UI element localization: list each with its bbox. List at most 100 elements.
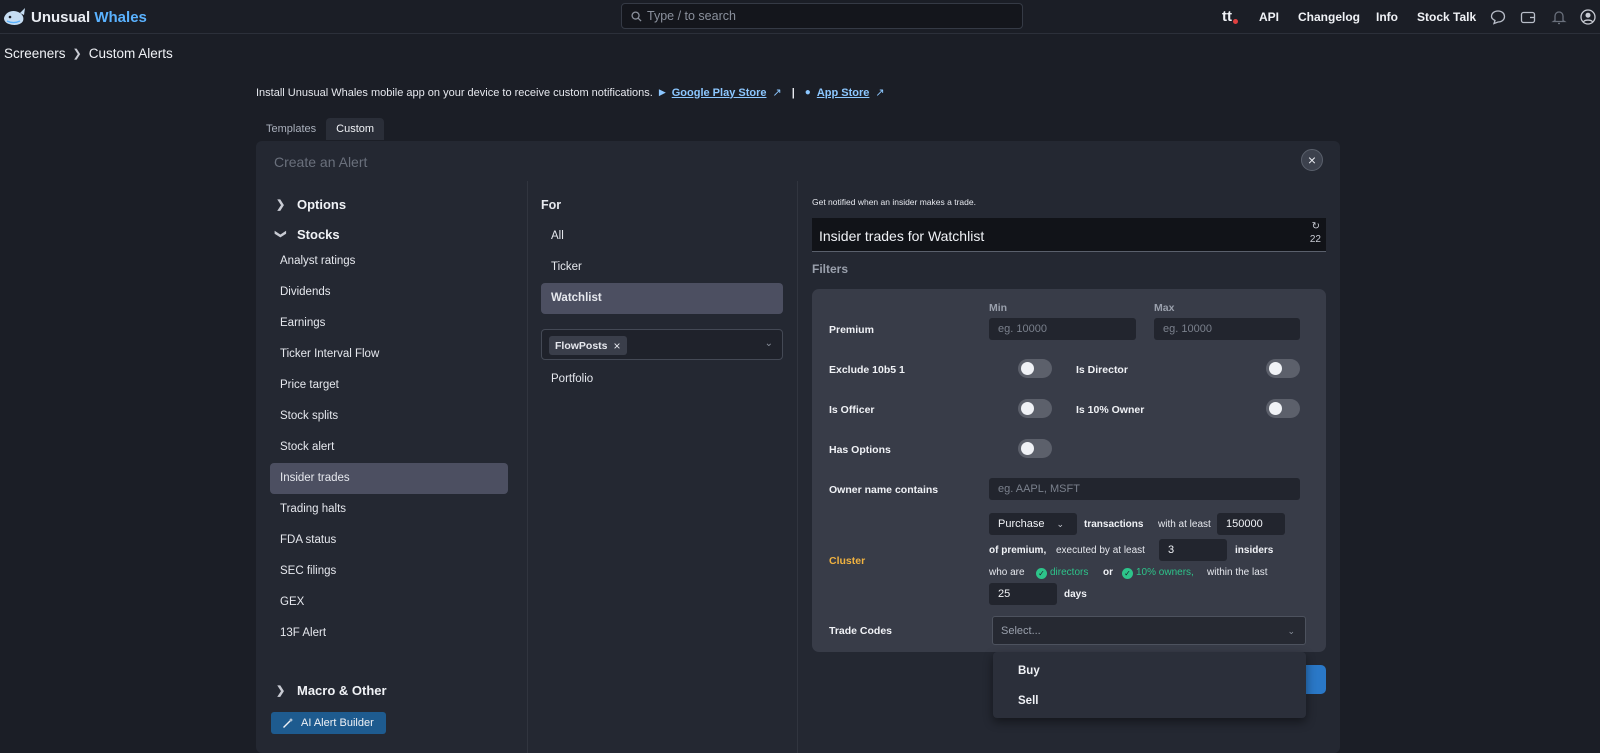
logo-text-unusual: Unusual [31, 8, 91, 26]
for-option-ticker[interactable]: Ticker [541, 252, 783, 283]
category-options[interactable]: ❯ Options [276, 197, 346, 212]
sidebar-item-13f-alert[interactable]: 13F Alert [270, 618, 508, 649]
sidebar-item-stock-alert[interactable]: Stock alert [270, 432, 508, 463]
watchlist-select[interactable]: FlowPosts × ⌄ [541, 329, 783, 360]
chat-icon[interactable] [1489, 8, 1507, 26]
sidebar-item-price-target[interactable]: Price target [270, 370, 508, 401]
alert-tabs: Templates Custom [256, 118, 385, 140]
play-store-icon: ▶ [658, 87, 666, 97]
trade-codes-placeholder: Select... [1001, 625, 1041, 637]
breadcrumb: Screeners ❯ Custom Alerts [4, 46, 173, 61]
sidebar-item-gex[interactable]: GEX [270, 587, 508, 618]
nav-stock-talk[interactable]: Stock Talk [1417, 10, 1476, 24]
for-option-watchlist[interactable]: Watchlist [541, 283, 783, 314]
premium-min-input[interactable]: eg. 10000 [989, 318, 1136, 340]
sidebar-item-earnings[interactable]: Earnings [270, 308, 508, 339]
is-officer-toggle[interactable] [1018, 399, 1052, 418]
cluster-directors-toggle[interactable]: ✓ directors [1036, 567, 1088, 579]
chevron-right-icon: ❯ [276, 685, 286, 697]
filters-box: Min Max Premium eg. 10000 eg. 10000 Excl… [812, 289, 1326, 652]
apple-icon: ● [804, 87, 811, 98]
for-option-all[interactable]: All [541, 221, 783, 252]
user-avatar-icon[interactable] [1579, 8, 1597, 26]
premium-max-input[interactable]: eg. 10000 [1154, 318, 1300, 340]
panel-title: Create an Alert [274, 154, 368, 170]
sidebar-item-ticker-interval-flow[interactable]: Ticker Interval Flow [270, 339, 508, 370]
sidebar-item-sec-filings[interactable]: SEC filings [270, 556, 508, 587]
create-alert-panel: Create an Alert × ❯ Options ❯ Stocks Ana… [256, 141, 1340, 753]
chevron-down-icon: ⌄ [1056, 518, 1065, 529]
min-header: Min [989, 302, 1008, 314]
mobile-app-notice: Install Unusual Whales mobile app on you… [256, 86, 885, 100]
sidebar-item-fda-status[interactable]: FDA status [270, 525, 508, 556]
breadcrumb-custom-alerts: Custom Alerts [88, 46, 173, 61]
google-play-link[interactable]: Google Play Store [672, 87, 767, 99]
category-stocks-label: Stocks [297, 227, 340, 242]
notice-text: Install Unusual Whales mobile app on you… [256, 86, 653, 99]
category-macro-other[interactable]: ❯ Macro & Other [276, 683, 387, 698]
search-icon [631, 10, 642, 22]
reset-icon[interactable]: ↻ [1312, 221, 1320, 232]
has-options-label: Has Options [829, 444, 891, 456]
alert-description: Get notified when an insider makes a tra… [812, 197, 976, 207]
alert-name-value: Insider trades for Watchlist [819, 228, 985, 244]
sidebar-item-trading-halts[interactable]: Trading halts [270, 494, 508, 525]
is-10pct-owner-toggle[interactable] [1266, 399, 1300, 418]
cluster-directors-label: directors [1050, 567, 1089, 578]
alert-name-input[interactable]: Insider trades for Watchlist ↻ 22 [812, 218, 1326, 252]
max-header: Max [1154, 302, 1175, 314]
search-input[interactable]: Type / to search [621, 3, 1023, 29]
watchlist-chip: FlowPosts × [549, 336, 627, 355]
sidebar-item-dividends[interactable]: Dividends [270, 277, 508, 308]
nav-changelog[interactable]: Changelog [1298, 10, 1360, 24]
chevron-right-icon: ❯ [72, 48, 82, 60]
has-options-toggle[interactable] [1018, 439, 1052, 458]
cluster-label: Cluster [829, 555, 866, 567]
search-placeholder: Type / to search [647, 9, 736, 23]
is-10pct-owner-label: Is 10% Owner [1076, 404, 1145, 416]
sidebar-item-analyst-ratings[interactable]: Analyst ratings [270, 246, 508, 277]
owner-name-label: Owner name contains [829, 484, 939, 496]
logo[interactable]: Unusual Whales [2, 6, 147, 28]
close-button[interactable]: × [1301, 149, 1323, 171]
nav-api[interactable]: API [1259, 10, 1279, 24]
ai-alert-builder-button[interactable]: AI Alert Builder [271, 712, 386, 734]
trade-codes-select[interactable]: Select... ⌄ [992, 616, 1306, 645]
cluster-days-text: days [1064, 589, 1087, 600]
cluster-insiders-input[interactable]: 3 [1159, 539, 1227, 561]
owner-name-input[interactable]: eg. AAPL, MSFT [989, 478, 1300, 500]
trade-code-option-buy[interactable]: Buy [1018, 665, 1040, 677]
tab-templates[interactable]: Templates [256, 118, 326, 140]
sidebar-item-stock-splits[interactable]: Stock splits [270, 401, 508, 432]
category-stocks[interactable]: ❯ Stocks [274, 227, 340, 242]
tt-red-dot [1233, 19, 1238, 24]
cluster-who-are-text: who are [989, 567, 1025, 578]
is-director-toggle[interactable] [1266, 359, 1300, 378]
check-circle-icon: ✓ [1036, 568, 1047, 579]
trade-codes-dropdown: Buy Sell [993, 652, 1306, 718]
bell-icon[interactable] [1550, 8, 1568, 26]
for-option-portfolio[interactable]: Portfolio [541, 364, 783, 395]
tab-custom[interactable]: Custom [326, 118, 385, 140]
cluster-owners-toggle[interactable]: ✓ 10% owners, [1122, 567, 1194, 579]
app-store-link[interactable]: App Store [817, 87, 870, 99]
nav-info[interactable]: Info [1376, 10, 1398, 24]
tt-brand-icon[interactable]: tt [1222, 8, 1238, 25]
chevron-down-icon: ⌄ [764, 338, 773, 349]
check-circle-icon: ✓ [1122, 568, 1133, 579]
breadcrumb-screeners[interactable]: Screeners [4, 46, 66, 61]
sidebar-item-insider-trades[interactable]: Insider trades [270, 463, 508, 494]
trade-code-option-sell[interactable]: Sell [1018, 695, 1038, 707]
cluster-owners-label: 10% owners, [1136, 567, 1194, 578]
for-label: For [541, 198, 562, 212]
chip-remove-icon[interactable]: × [614, 339, 621, 353]
close-icon: × [1307, 152, 1317, 168]
cluster-type-select[interactable]: Purchase ⌄ [989, 513, 1077, 535]
wallet-icon[interactable] [1519, 8, 1537, 26]
cluster-premium-input[interactable]: 150000 [1217, 513, 1285, 535]
cluster-days-input[interactable]: 25 [989, 583, 1057, 605]
exclude-10b5-toggle[interactable] [1018, 359, 1052, 378]
chevron-down-icon: ❯ [274, 229, 287, 239]
cluster-or-text: or [1103, 567, 1113, 578]
whale-logo-icon [4, 8, 25, 25]
